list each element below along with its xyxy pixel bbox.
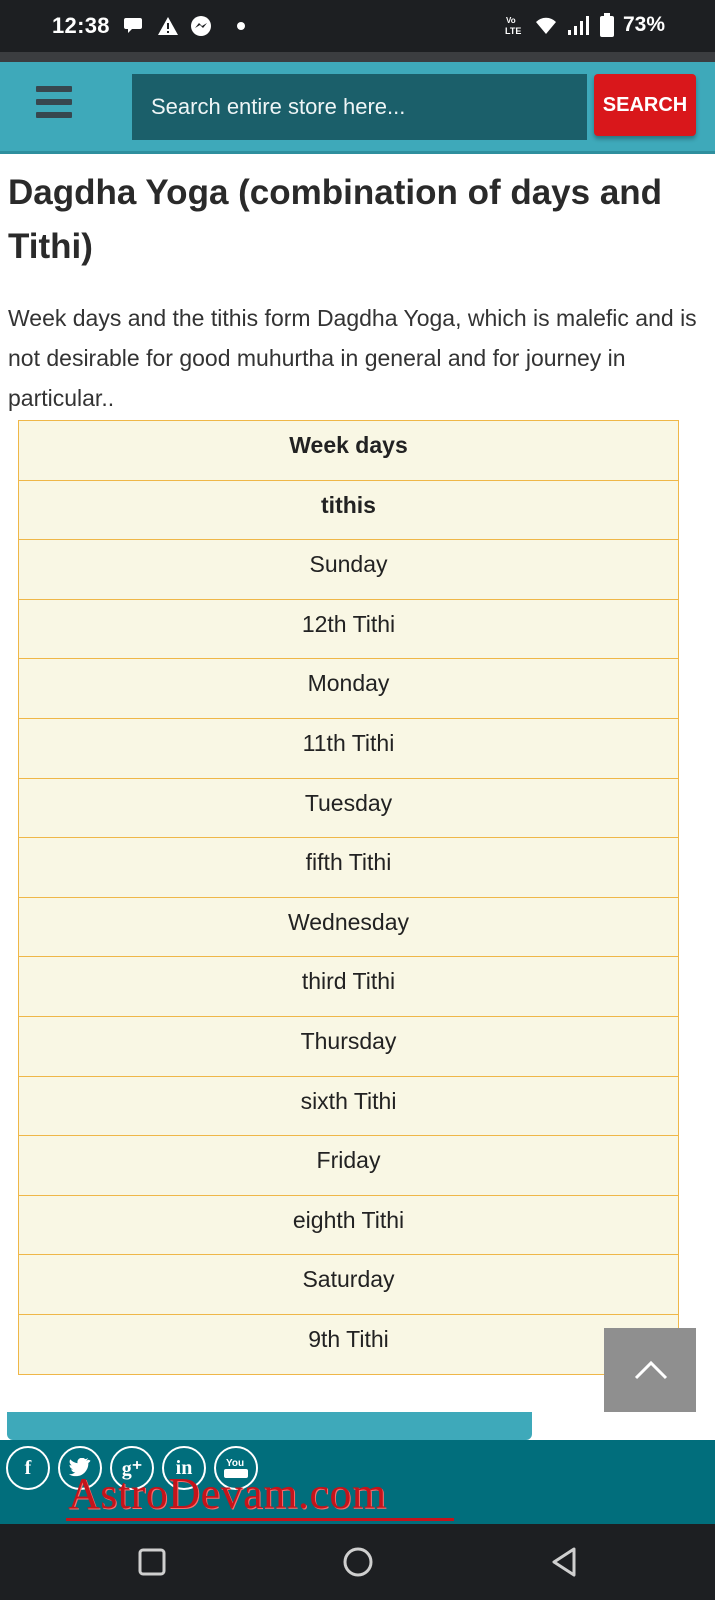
table-row: 11th Tithi	[18, 717, 679, 779]
status-divider	[0, 52, 715, 62]
site-header: SEARCH	[0, 62, 715, 154]
chevron-up-icon	[634, 1360, 668, 1380]
table-row: 12th Tithi	[18, 598, 679, 660]
section-bar	[7, 1412, 532, 1440]
table-cell: Tuesday	[18, 777, 679, 839]
table-cell: Thursday	[18, 1015, 679, 1077]
menu-icon[interactable]	[36, 86, 72, 118]
table-header-cell: tithis	[18, 479, 679, 541]
search-button[interactable]: SEARCH	[594, 74, 696, 136]
table-cell: Saturday	[18, 1254, 679, 1315]
table-cell: Wednesday	[18, 896, 679, 958]
table-row: Sunday	[18, 539, 679, 600]
table-cell: Sunday	[18, 539, 679, 600]
table-row: sixth Tithi	[18, 1075, 679, 1137]
table-row: Wednesday	[18, 896, 679, 958]
back-to-top-button[interactable]	[604, 1328, 696, 1412]
status-bar: 12:38 Vo LTE 73%	[0, 0, 715, 52]
battery-icon	[599, 13, 614, 37]
status-time: 12:38	[52, 13, 110, 38]
table-row: Tuesday	[18, 777, 679, 839]
recents-icon[interactable]	[134, 1544, 170, 1580]
table-row: tithis	[18, 479, 679, 541]
table-row: third Tithi	[18, 956, 679, 1017]
table-row: Friday	[18, 1135, 679, 1196]
facebook-icon[interactable]: f	[6, 1446, 50, 1490]
table-header-cell: Week days	[18, 420, 679, 481]
table-cell: 9th Tithi	[18, 1313, 679, 1375]
signal-icon	[567, 16, 589, 35]
battery-level: 73%	[622, 13, 665, 36]
table-row: Week days	[18, 420, 679, 481]
dagdha-yoga-table: Week days tithis Sunday 12th Tithi Monda…	[18, 420, 679, 1375]
table-row: 9th Tithi	[18, 1313, 679, 1375]
notification-icons	[124, 15, 245, 37]
table-cell: sixth Tithi	[18, 1075, 679, 1137]
chat-notification-icon	[124, 18, 142, 33]
wifi-icon	[535, 17, 556, 34]
messenger-icon	[191, 16, 211, 36]
table-cell: fifth Tithi	[18, 837, 679, 898]
table-cell: Monday	[18, 658, 679, 719]
svg-text:LTE: LTE	[505, 26, 521, 36]
intro-paragraph: Week days and the tithis form Dagdha Yog…	[8, 305, 697, 411]
svg-text:Vo: Vo	[506, 16, 516, 25]
table-row: eighth Tithi	[18, 1194, 679, 1256]
table-row: Saturday	[18, 1254, 679, 1315]
table-cell: 12th Tithi	[18, 598, 679, 660]
table-row: Thursday	[18, 1015, 679, 1077]
table-row: Monday	[18, 658, 679, 719]
navigation-bar	[0, 1524, 715, 1600]
table-cell: 11th Tithi	[18, 717, 679, 779]
table-cell: eighth Tithi	[18, 1194, 679, 1256]
page-title: Dagdha Yoga (combination of days and Tit…	[8, 173, 663, 266]
brand-underline	[66, 1518, 454, 1521]
back-icon[interactable]	[546, 1544, 582, 1580]
volte-icon: VoLTE	[505, 16, 521, 36]
alert-icon	[158, 17, 178, 35]
table-cell: third Tithi	[18, 956, 679, 1017]
search-input[interactable]	[132, 74, 587, 140]
brand-logo[interactable]: AstroDevam.com	[68, 1468, 387, 1519]
dot-icon	[237, 22, 245, 30]
site-footer: f g⁺ in You AstroDevam.com	[0, 1440, 715, 1524]
table-cell: Friday	[18, 1135, 679, 1196]
home-icon[interactable]	[340, 1544, 376, 1580]
table-row: fifth Tithi	[18, 837, 679, 898]
system-icons: Vo LTE 73%	[505, 13, 665, 37]
